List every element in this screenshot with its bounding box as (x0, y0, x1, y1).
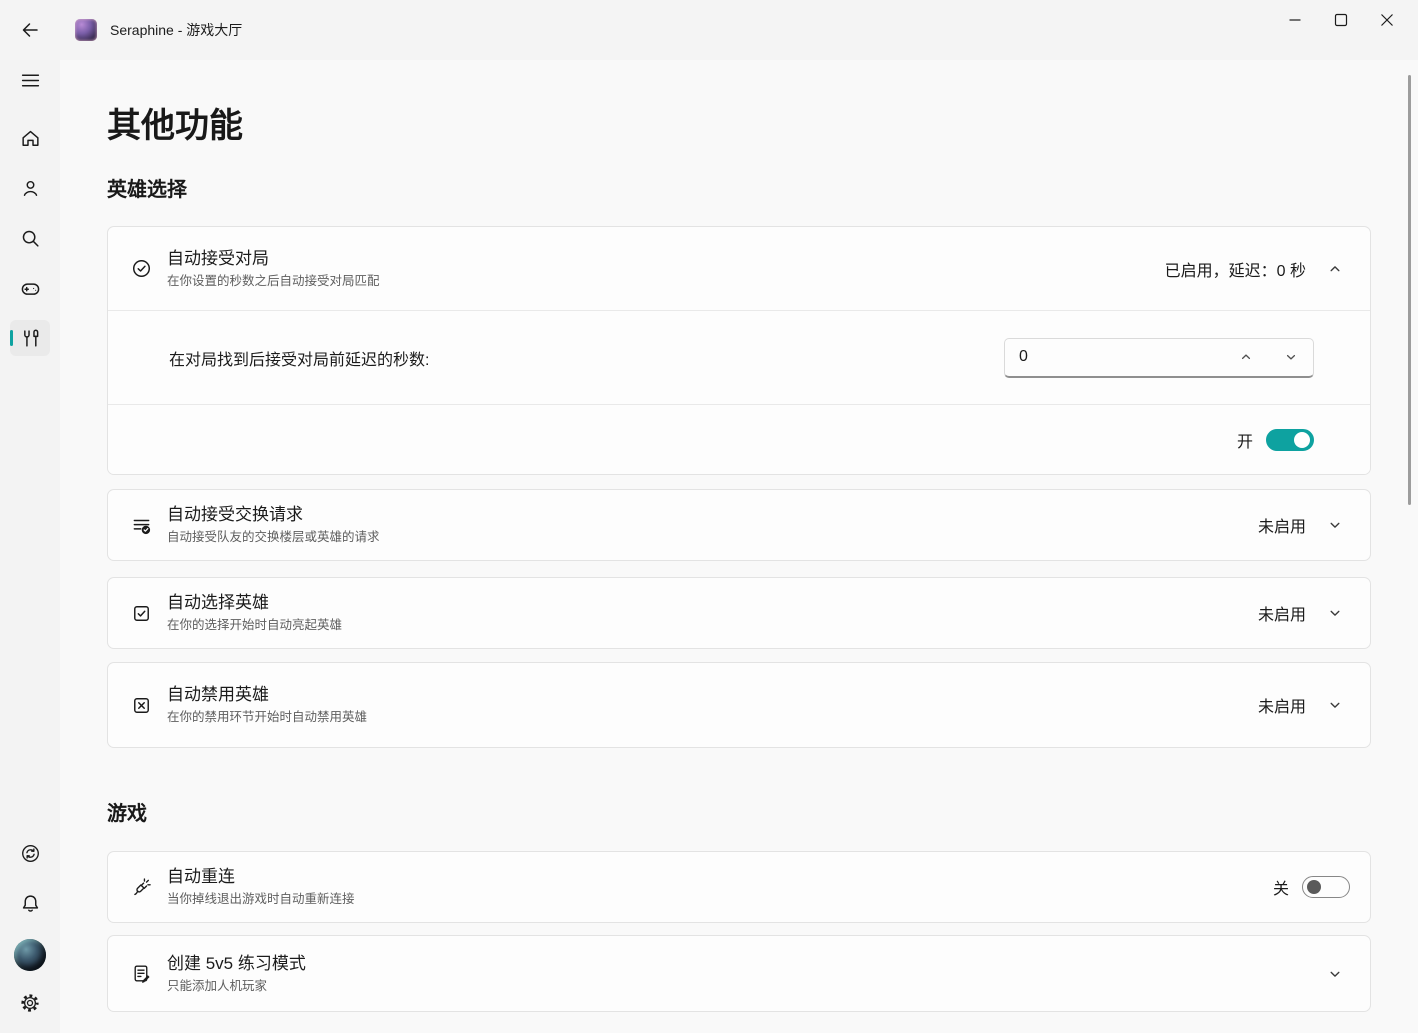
card-create-5v5-header[interactable]: 创建 5v5 练习模式 只能添加人机玩家 (108, 936, 1370, 1011)
bell-icon (20, 893, 41, 914)
card-auto-reconnect: 自动重连 当你掉线退出游戏时自动重新连接 关 (107, 851, 1371, 923)
enable-toggle-row: 开 (108, 405, 1370, 474)
close-icon (1379, 12, 1395, 28)
sidebar-item-tools-selected[interactable] (10, 320, 50, 356)
card-subtitle: 自动接受队友的交换楼层或英雄的请求 (167, 529, 380, 546)
sidebar-item-update[interactable] (10, 835, 50, 871)
card-auto-accept: 自动接受对局 在你设置的秒数之后自动接受对局匹配 已启用，延迟：0 秒 在对局找… (107, 226, 1371, 475)
selected-indicator (10, 330, 13, 346)
chevron-down-icon (1328, 606, 1342, 620)
sidebar-item-profile[interactable] (10, 170, 50, 206)
card-auto-trade-header[interactable]: 自动接受交换请求 自动接受队友的交换楼层或英雄的请求 未启用 (108, 490, 1370, 560)
card-subtitle: 在你的选择开始时自动亮起英雄 (167, 617, 342, 634)
card-create-5v5: 创建 5v5 练习模式 只能添加人机玩家 (107, 935, 1371, 1012)
card-auto-ban: 自动禁用英雄 在你的禁用环节开始时自动禁用英雄 未启用 (107, 662, 1371, 748)
settings-page: 其他功能 英雄选择 自动接受对局 在你设置的秒数之后自动接受对局匹配 已启 (60, 60, 1418, 1033)
sidebar-item-search[interactable] (10, 220, 50, 256)
chevron-down-icon (1328, 967, 1342, 981)
toggle-state-label: 开 (1237, 428, 1253, 452)
circle-check-icon (130, 258, 152, 280)
card-auto-trade: 自动接受交换请求 自动接受队友的交换楼层或英雄的请求 未启用 (107, 489, 1371, 561)
status-label: 已启用，延迟：0 秒 (1165, 257, 1306, 281)
section-champ-select: 英雄选择 (107, 176, 1371, 204)
chevron-down-icon (1328, 698, 1342, 712)
card-auto-select-header[interactable]: 自动选择英雄 在你的选择开始时自动亮起英雄 未启用 (108, 578, 1370, 648)
titlebar: Seraphine - 游戏大厅 (0, 0, 1418, 60)
delay-seconds-row: 在对局找到后接受对局前延迟的秒数: (108, 311, 1370, 404)
auto-accept-toggle-on[interactable] (1266, 429, 1314, 451)
maximize-button[interactable] (1318, 0, 1364, 40)
settings-gear-icon (19, 992, 41, 1014)
toggle-knob (1307, 880, 1321, 894)
plug-icon (130, 876, 152, 898)
vertical-scrollbar[interactable] (1408, 75, 1411, 505)
spin-up-button[interactable] (1230, 344, 1262, 370)
sidebar-item-game[interactable] (10, 270, 50, 306)
status-label: 未启用 (1258, 601, 1306, 625)
card-subtitle: 只能添加人机玩家 (167, 978, 306, 995)
search-icon (20, 228, 41, 249)
minimize-icon (1287, 12, 1303, 28)
chevron-down-icon (1285, 351, 1297, 363)
expand-button[interactable] (1320, 959, 1350, 989)
card-auto-reconnect-header: 自动重连 当你掉线退出游戏时自动重新连接 关 (108, 852, 1370, 922)
card-subtitle: 在你的禁用环节开始时自动禁用英雄 (167, 709, 367, 726)
menu-icon (20, 70, 41, 91)
checkbox-x-icon (130, 694, 152, 716)
auto-reconnect-toggle-off[interactable] (1302, 876, 1350, 898)
sidebar-item-notifications[interactable] (10, 885, 50, 921)
sidebar-item-home[interactable] (10, 120, 50, 156)
sidebar-nav (0, 60, 60, 1033)
checkbox-check-icon (130, 602, 152, 624)
card-subtitle: 在你设置的秒数之后自动接受对局匹配 (167, 273, 380, 290)
chevron-up-icon (1240, 351, 1252, 363)
delay-seconds-input[interactable] (1005, 348, 1230, 366)
window-title: Seraphine - 游戏大厅 (110, 20, 242, 40)
page-title: 其他功能 (107, 102, 1371, 150)
toggle-state-label: 关 (1273, 875, 1289, 899)
expand-button[interactable] (1320, 690, 1350, 720)
card-title: 自动禁用英雄 (167, 684, 367, 706)
close-button[interactable] (1364, 0, 1410, 40)
app-window: Seraphine - 游戏大厅 (0, 0, 1418, 1033)
card-subtitle: 当你掉线退出游戏时自动重新连接 (167, 891, 355, 908)
chevron-down-icon (1328, 518, 1342, 532)
profile-icon (20, 178, 41, 199)
card-title: 自动选择英雄 (167, 592, 342, 614)
card-auto-ban-header[interactable]: 自动禁用英雄 在你的禁用环节开始时自动禁用英雄 未启用 (108, 663, 1370, 747)
sidebar-item-account[interactable] (10, 935, 50, 975)
sidebar-item-settings[interactable] (10, 985, 50, 1021)
back-icon (20, 20, 40, 40)
delay-seconds-numberbox (1004, 338, 1314, 378)
menu-button[interactable] (10, 62, 50, 98)
back-button[interactable] (13, 13, 47, 47)
expand-button[interactable] (1320, 510, 1350, 540)
gamepad-icon (20, 278, 41, 299)
card-title: 创建 5v5 练习模式 (167, 953, 306, 975)
card-auto-accept-header[interactable]: 自动接受对局 在你设置的秒数之后自动接受对局匹配 已启用，延迟：0 秒 (108, 227, 1370, 310)
toggle-knob (1294, 432, 1310, 448)
section-game: 游戏 (107, 800, 1371, 828)
home-icon (20, 128, 41, 149)
status-label: 未启用 (1258, 513, 1306, 537)
card-title: 自动接受交换请求 (167, 504, 380, 526)
list-check-icon (130, 514, 152, 536)
delay-seconds-label: 在对局找到后接受对局前延迟的秒数: (169, 346, 429, 370)
card-auto-select: 自动选择英雄 在你的选择开始时自动亮起英雄 未启用 (107, 577, 1371, 649)
card-title: 自动重连 (167, 866, 355, 888)
status-label: 未启用 (1258, 693, 1306, 717)
minimize-button[interactable] (1272, 0, 1318, 40)
spin-down-button[interactable] (1275, 344, 1307, 370)
card-title: 自动接受对局 (167, 248, 380, 270)
avatar (14, 939, 46, 971)
tools-icon (20, 328, 41, 349)
clipboard-edit-icon (130, 963, 152, 985)
collapse-button[interactable] (1320, 254, 1350, 284)
caption-buttons (1272, 0, 1410, 40)
chevron-up-icon (1328, 262, 1342, 276)
app-logo-icon (75, 19, 97, 41)
expand-button[interactable] (1320, 598, 1350, 628)
maximize-icon (1333, 12, 1349, 28)
sync-icon (20, 843, 41, 864)
